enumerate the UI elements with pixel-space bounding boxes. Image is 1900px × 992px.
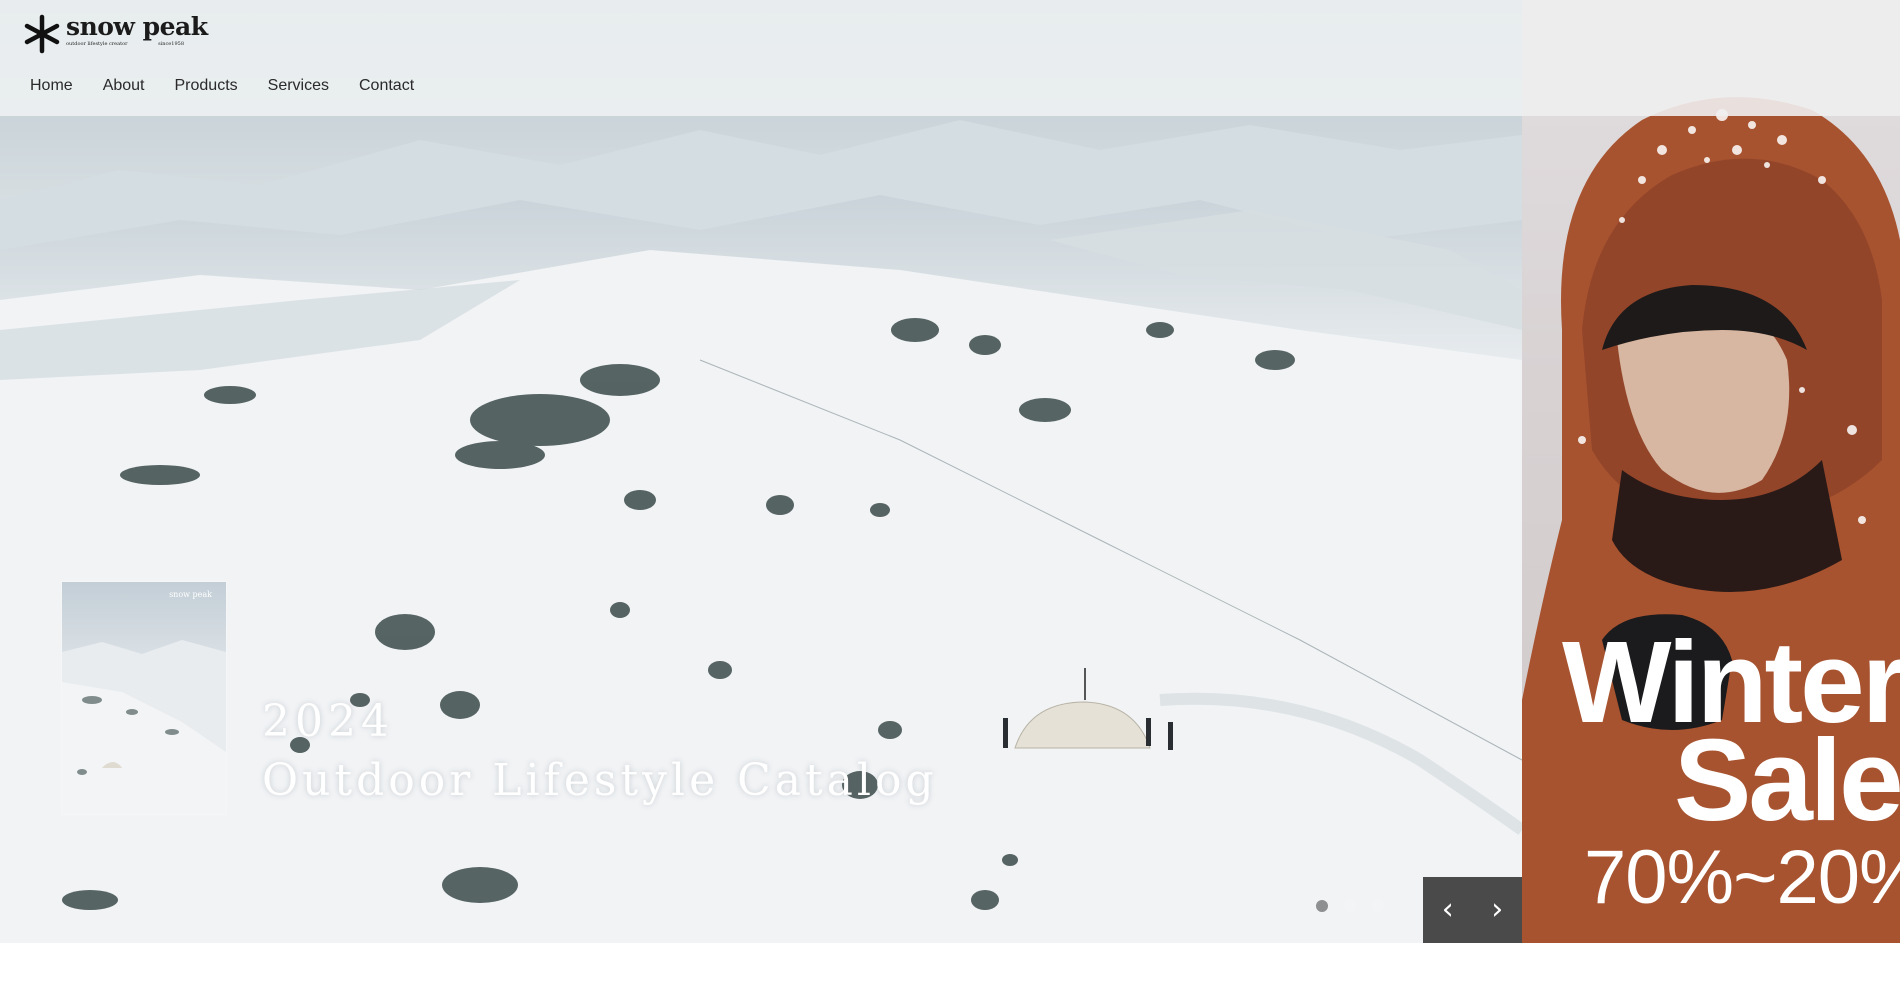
- slider-dot-3[interactable]: [1372, 900, 1384, 912]
- site-header: snow peak outdoor lifestyle creator sinc…: [0, 0, 1522, 116]
- promo-discount: 70%~20%: [1584, 835, 1900, 920]
- slider-pagination: [1316, 900, 1400, 912]
- brand-tagline: outdoor lifestyle creator: [66, 41, 128, 47]
- brand-wordmark: snow peak outdoor lifestyle creator sinc…: [66, 12, 208, 48]
- slider-prev-button[interactable]: ‹: [1442, 895, 1454, 925]
- catalog-cover-illustration: [62, 640, 226, 814]
- hero-title: Outdoor Lifestyle Catalog: [262, 755, 938, 806]
- slider-dot-2[interactable]: [1344, 900, 1356, 912]
- snowflake-logo-icon: [24, 14, 60, 54]
- brand-name: snow peak: [66, 12, 208, 41]
- header-extension: [1522, 0, 1900, 116]
- nav-item-products[interactable]: Products: [175, 76, 238, 96]
- nav-item-contact[interactable]: Contact: [359, 76, 414, 96]
- slider-dot-1[interactable]: [1316, 900, 1328, 912]
- nav-item-about[interactable]: About: [103, 76, 145, 96]
- brand-logo[interactable]: snow peak outdoor lifestyle creator sinc…: [24, 14, 208, 54]
- slider-controls: ‹ ›: [1423, 877, 1522, 943]
- hero-year: 2024: [262, 696, 394, 747]
- slider-next-button[interactable]: ›: [1491, 895, 1503, 925]
- catalog-cover-image[interactable]: snow peak: [62, 582, 226, 814]
- main-nav: Home About Products Services Contact: [30, 76, 444, 96]
- promo-title-line2: Sale: [1674, 715, 1900, 845]
- catalog-brand-label: snow peak: [169, 590, 212, 599]
- hero-slider: snow peak 2024 Outdoor Lifestyle Catalog…: [0, 0, 1522, 943]
- winter-sale-banner[interactable]: Winter Sale 70%~20%: [1522, 0, 1900, 943]
- brand-since: since1958: [158, 41, 184, 47]
- brand-subline: outdoor lifestyle creator since1958: [66, 41, 184, 47]
- nav-item-services[interactable]: Services: [268, 76, 329, 96]
- nav-item-home[interactable]: Home: [30, 76, 73, 96]
